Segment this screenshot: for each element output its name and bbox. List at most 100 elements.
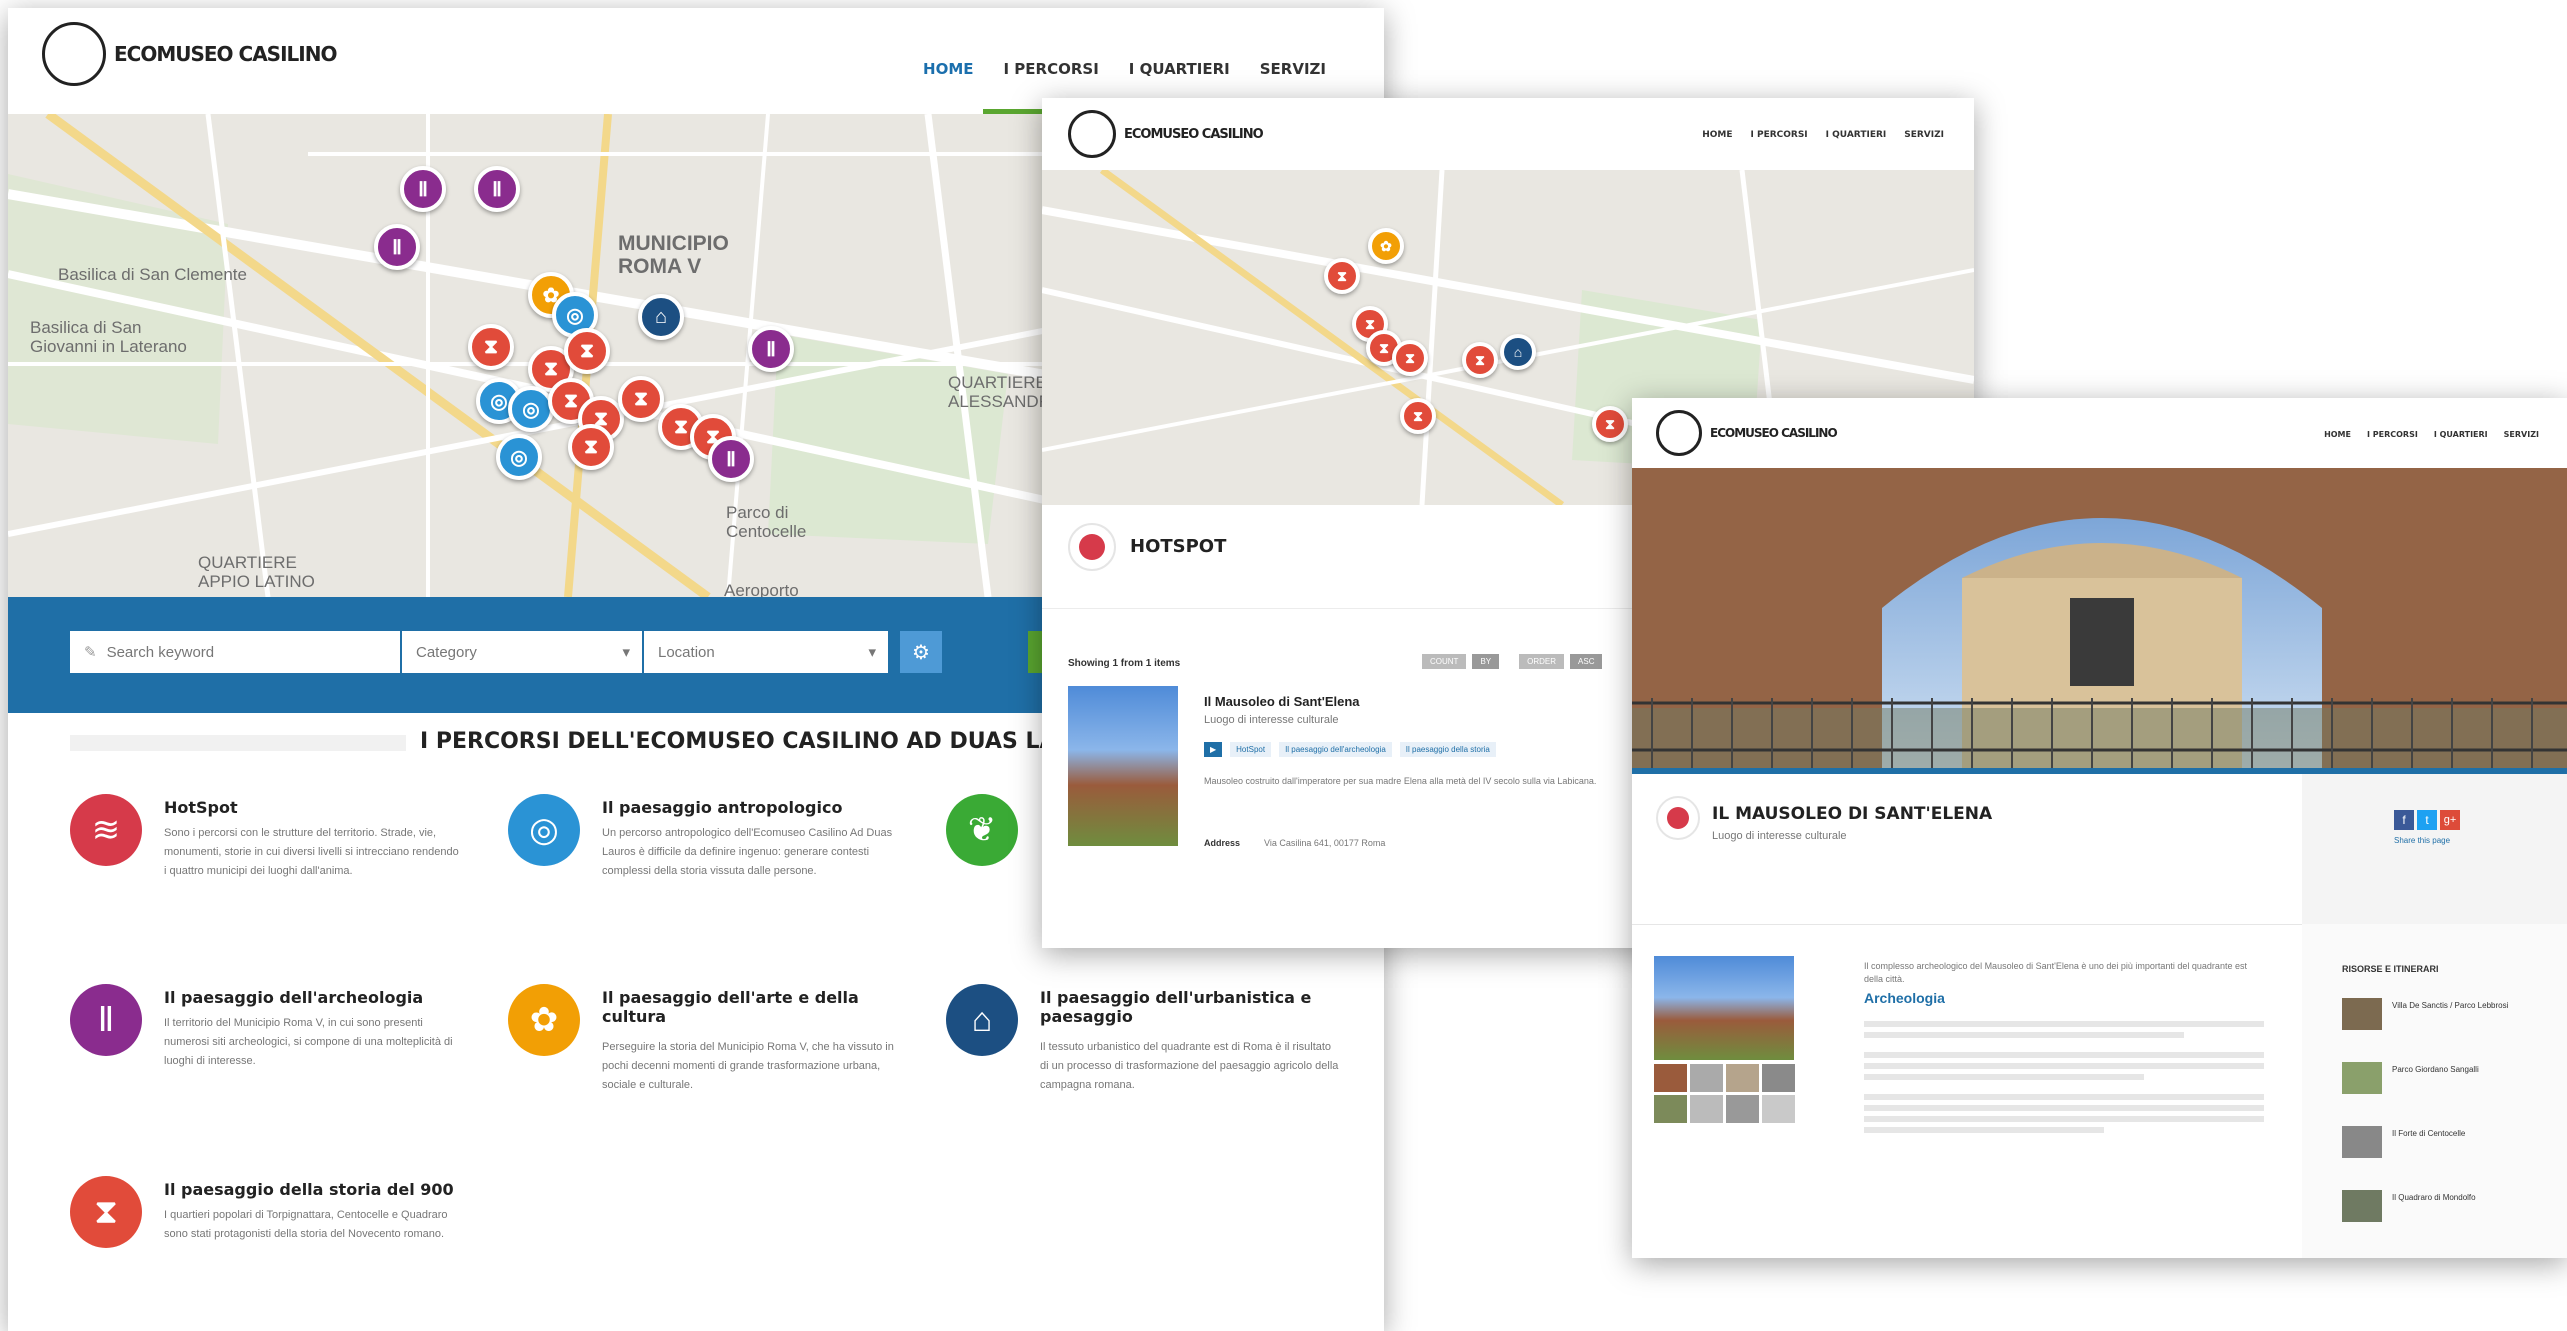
map-label-sanclemente: Basilica di San Clemente	[58, 265, 247, 284]
hero-image	[1632, 468, 2567, 768]
gallery-main-image[interactable]	[1654, 956, 1794, 1060]
gallery-thumbnail[interactable]	[1726, 1064, 1759, 1092]
category-title[interactable]: Il paesaggio dell'arte e della cultura	[602, 988, 922, 1026]
nav-home[interactable]: HOME	[2324, 430, 2351, 439]
map-marker-archeologia[interactable]: Ⅱ	[374, 224, 420, 270]
nav-servizi[interactable]: SERVIZI	[1904, 130, 1944, 140]
nav-percorsi[interactable]: I PERCORSI	[2367, 430, 2418, 439]
category-title[interactable]: Il paesaggio antropologico	[602, 798, 922, 817]
map-marker-storia[interactable]: ⧗	[1400, 398, 1436, 434]
nav-percorsi[interactable]: I PERCORSI	[1004, 60, 1099, 78]
category-select[interactable]: Category ▾	[402, 631, 642, 673]
category-card[interactable]: Ⅱ Il paesaggio dell'archeologia Il terri…	[70, 984, 490, 1164]
category-title[interactable]: Il paesaggio della storia del 900	[164, 1180, 484, 1199]
nav-quartieri[interactable]: I QUARTIERI	[1826, 130, 1887, 140]
map-marker-archeologia[interactable]: Ⅱ	[708, 436, 754, 482]
share-panel: f t g+ Share this page	[2302, 774, 2567, 924]
map-marker-arte[interactable]: ✿	[1368, 228, 1404, 264]
logo-text: ECOMUSEO CASILINO	[1710, 426, 1838, 440]
category-title[interactable]: Il paesaggio dell'archeologia	[164, 988, 484, 1007]
nav-servizi[interactable]: SERVIZI	[2504, 430, 2539, 439]
related-title: RISORSE E ITINERARI	[2342, 964, 2439, 974]
related-item-title[interactable]: Il Forte di Centocelle	[2392, 1128, 2542, 1139]
gallery-thumbnail[interactable]	[1762, 1095, 1795, 1123]
related-item-title[interactable]: Parco Giordano Sangalli	[2392, 1064, 2542, 1075]
hotspot-logo[interactable]: ECOMUSEO CASILINO	[1068, 110, 1264, 158]
order-label[interactable]: ORDER	[1519, 654, 1565, 669]
item-tag[interactable]: Il paesaggio dell'archeologia	[1279, 742, 1392, 757]
category-card[interactable]: ⧗ Il paesaggio della storia del 900 I qu…	[70, 1176, 490, 1326]
nav-servizi[interactable]: SERVIZI	[1260, 60, 1326, 78]
map-marker-archeologia[interactable]: Ⅱ	[474, 166, 520, 212]
map-label-aeroporto: Aeroporto	[724, 581, 799, 597]
item-thumbnail[interactable]	[1068, 686, 1178, 846]
related-thumbnail[interactable]	[2342, 998, 2382, 1030]
map-marker-antropologico[interactable]: ◎	[508, 386, 554, 432]
gear-icon[interactable]: ⚙	[900, 631, 942, 673]
gallery-thumbnail[interactable]	[1654, 1064, 1687, 1092]
location-select[interactable]: Location ▾	[644, 631, 888, 673]
map-marker-storia[interactable]: ⧗	[568, 424, 614, 470]
house-icon: ⌂	[946, 984, 1018, 1056]
item-tags: ▶ HotSpot Il paesaggio dell'archeologia …	[1204, 742, 1496, 757]
hotspot-nav: HOME I PERCORSI I QUARTIERI SERVIZI	[1702, 130, 1944, 140]
pencil-icon: ✎	[84, 644, 97, 661]
map-marker-storia[interactable]: ⧗	[564, 328, 610, 374]
map-marker-urbanistica[interactable]: ⌂	[1500, 334, 1536, 370]
home-logo[interactable]: ECOMUSEO CASILINO	[42, 22, 337, 86]
category-card[interactable]: ✿ Il paesaggio dell'arte e della cultura…	[508, 984, 928, 1164]
twitter-icon[interactable]: t	[2417, 810, 2437, 830]
search-keyword-input[interactable]: ✎ Search keyword	[70, 631, 400, 673]
related-item-title[interactable]: Villa De Sanctis / Parco Lebbrosi	[2392, 1000, 2542, 1011]
logo-emblem	[1068, 110, 1116, 158]
nav-quartieri[interactable]: I QUARTIERI	[2434, 430, 2488, 439]
googleplus-icon[interactable]: g+	[2440, 810, 2460, 830]
related-item-title[interactable]: Il Quadraro di Mondolfo	[2392, 1192, 2542, 1203]
mausoleum-photo	[1632, 468, 2567, 768]
paint-icon: ✿	[508, 984, 580, 1056]
item-tag[interactable]: HotSpot	[1230, 742, 1272, 757]
map-marker-storia[interactable]: ⧗	[1392, 340, 1428, 376]
item-title[interactable]: Il Mausoleo di Sant'Elena	[1204, 694, 1360, 709]
category-desc: Il territorio del Municipio Roma V, in c…	[164, 1017, 453, 1067]
gallery-thumbnail[interactable]	[1690, 1095, 1723, 1123]
share-label[interactable]: Share this page	[2394, 836, 2450, 845]
nav-home[interactable]: HOME	[1702, 130, 1732, 140]
nav-home[interactable]: HOME	[923, 60, 973, 78]
category-card[interactable]: ≋ HotSpot Sono i percorsi con le struttu…	[70, 794, 490, 974]
category-title[interactable]: HotSpot	[164, 798, 484, 817]
gallery-thumbnail[interactable]	[1726, 1095, 1759, 1123]
category-card[interactable]: ◎ Il paesaggio antropologico Un percorso…	[508, 794, 928, 974]
related-thumbnail[interactable]	[2342, 1190, 2382, 1222]
facebook-icon[interactable]: f	[2394, 810, 2414, 830]
order-select[interactable]: ASC	[1570, 654, 1603, 669]
related-thumbnail[interactable]	[2342, 1126, 2382, 1158]
category-card[interactable]: ⌂ Il paesaggio dell'urbanistica e paesag…	[946, 984, 1366, 1164]
detail-logo[interactable]: ECOMUSEO CASILINO	[1656, 410, 1838, 456]
tag-icon: ▶	[1204, 742, 1223, 757]
map-marker-storia[interactable]: ⧗	[1324, 258, 1360, 294]
map-marker-antropologico[interactable]: ◎	[496, 434, 542, 480]
map-label-appio: QUARTIERE APPIO LATINO	[198, 553, 315, 591]
sort-controls: COUNT BY ORDER ASC	[1422, 654, 1603, 669]
column-icon: Ⅱ	[70, 984, 142, 1056]
related-thumbnail[interactable]	[2342, 1062, 2382, 1094]
sort-label[interactable]: COUNT	[1422, 654, 1467, 669]
gallery-thumbnail[interactable]	[1762, 1064, 1795, 1092]
category-placeholder: Category	[416, 643, 477, 661]
map-marker-storia[interactable]: ⧗	[1462, 342, 1498, 378]
map-marker-archeologia[interactable]: Ⅱ	[400, 166, 446, 212]
map-marker-storia[interactable]: ⧗	[1592, 406, 1628, 442]
map-marker-storia[interactable]: ⧗	[618, 376, 664, 422]
nav-percorsi[interactable]: I PERCORSI	[1750, 130, 1807, 140]
category-title[interactable]: Il paesaggio dell'urbanistica e paesaggi…	[1040, 988, 1360, 1026]
gallery-thumbnail[interactable]	[1654, 1095, 1687, 1123]
category-desc: Un percorso antropologico dell'Ecomuseo …	[602, 827, 893, 877]
nav-quartieri[interactable]: I QUARTIERI	[1129, 60, 1230, 78]
map-marker-storia[interactable]: ⧗	[468, 324, 514, 370]
item-tag[interactable]: Il paesaggio della storia	[1399, 742, 1496, 757]
map-marker-archeologia[interactable]: Ⅱ	[748, 326, 794, 372]
sort-select[interactable]: BY	[1472, 654, 1500, 669]
map-marker-urbanistica[interactable]: ⌂	[638, 294, 684, 340]
gallery-thumbnail[interactable]	[1690, 1064, 1723, 1092]
